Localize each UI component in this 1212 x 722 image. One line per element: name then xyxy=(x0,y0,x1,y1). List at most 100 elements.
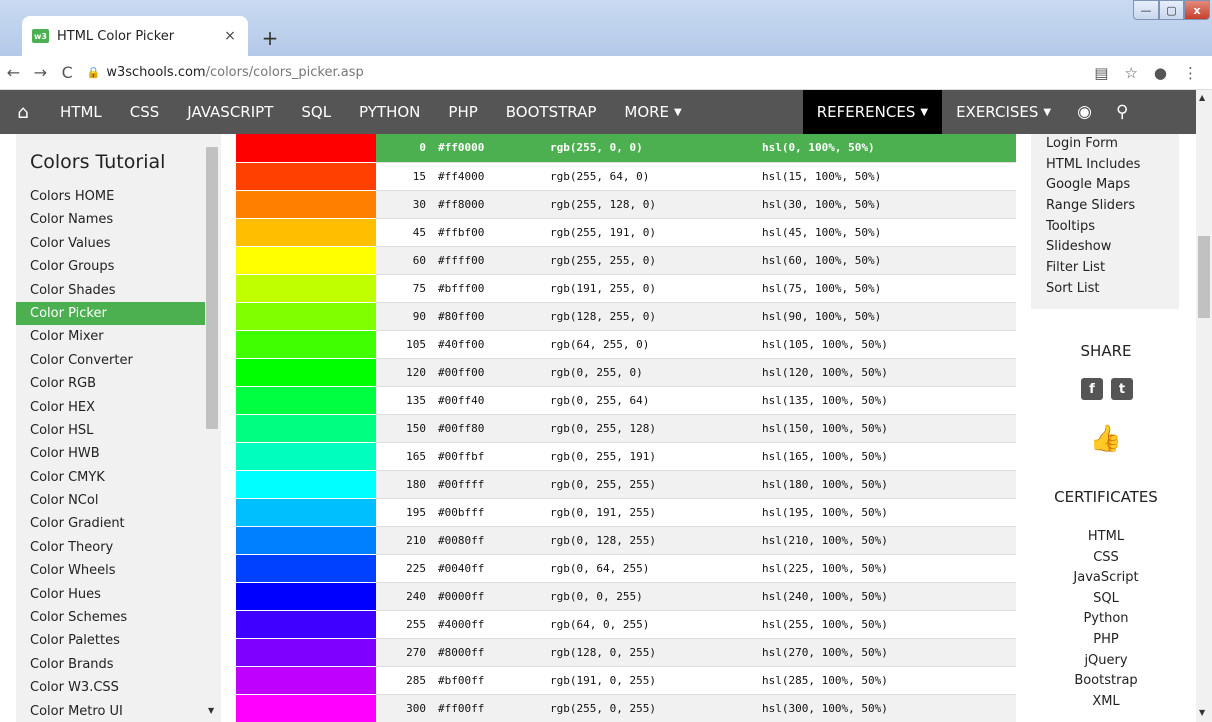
color-row[interactable]: 240 #0000ff rgb(0, 0, 255) hsl(240, 100%, 5… xyxy=(236,582,1016,611)
globe-icon[interactable]: ◉ xyxy=(1065,90,1104,134)
color-swatch[interactable] xyxy=(236,638,376,667)
color-row[interactable]: 210 #0080ff rgb(0, 128, 255) hsl(210, 100%,… xyxy=(236,526,1016,555)
color-swatch[interactable] xyxy=(236,666,376,695)
certificate-link-css[interactable]: CSS xyxy=(1016,548,1196,569)
bookmark-star-icon[interactable]: ☆ xyxy=(1124,64,1137,82)
new-tab-button[interactable]: + xyxy=(256,24,284,52)
color-swatch[interactable] xyxy=(236,498,376,527)
facebook-icon[interactable]: f xyxy=(1081,378,1103,400)
certificate-link-jquery[interactable]: jQuery xyxy=(1016,651,1196,672)
color-row[interactable]: 120 #00ff00 rgb(0, 255, 0) hsl(120, 100%, 5… xyxy=(236,358,1016,387)
more-link-google-maps[interactable]: Google Maps xyxy=(1046,175,1179,196)
color-swatch[interactable] xyxy=(236,358,376,387)
nav-python[interactable]: PYTHON xyxy=(345,90,434,134)
sidebar-link-colors-home[interactable]: Colors HOME xyxy=(16,185,206,208)
maximize-window-button[interactable]: ▢ xyxy=(1159,0,1184,20)
sidebar-link-color-metro-ui[interactable]: Color Metro UI xyxy=(16,700,206,722)
color-row[interactable]: 135 #00ff40 rgb(0, 255, 64) hsl(135, 100%, … xyxy=(236,386,1016,415)
nav-bootstrap[interactable]: BOOTSTRAP xyxy=(492,90,611,134)
color-row[interactable]: 0 #ff0000 rgb(255, 0, 0) hsl(0, 100%, 50%) xyxy=(236,134,1016,163)
sidebar-link-color-rgb[interactable]: Color RGB xyxy=(16,372,206,395)
sidebar-link-color-schemes[interactable]: Color Schemes xyxy=(16,606,206,629)
browser-tab[interactable]: w3 HTML Color Picker × xyxy=(22,16,248,56)
sidebar-link-color-picker[interactable]: Color Picker xyxy=(16,301,206,326)
sidebar-link-color-hwb[interactable]: Color HWB xyxy=(16,442,206,465)
page-scrollbar-thumb[interactable] xyxy=(1198,236,1210,318)
color-swatch[interactable] xyxy=(236,582,376,611)
color-swatch[interactable] xyxy=(236,330,376,359)
sidebar-scroll-down-icon[interactable]: ▼ xyxy=(208,706,214,715)
color-row[interactable]: 150 #00ff80 rgb(0, 255, 128) hsl(150, 100%,… xyxy=(236,414,1016,443)
color-swatch[interactable] xyxy=(236,554,376,583)
more-link-login-form[interactable]: Login Form xyxy=(1046,134,1179,155)
more-link-range-sliders[interactable]: Range Sliders xyxy=(1046,196,1179,217)
sidebar-link-color-values[interactable]: Color Values xyxy=(16,232,206,255)
sidebar-link-color-hues[interactable]: Color Hues xyxy=(16,583,206,606)
color-swatch[interactable] xyxy=(236,470,376,499)
color-swatch[interactable] xyxy=(236,414,376,443)
page-scrollbar[interactable] xyxy=(1196,90,1212,722)
sidebar-link-color-cmyk[interactable]: Color CMYK xyxy=(16,466,206,489)
color-swatch[interactable] xyxy=(236,274,376,303)
color-row[interactable]: 270 #8000ff rgb(128, 0, 255) hsl(270, 100%,… xyxy=(236,638,1016,667)
certificate-link-bootstrap[interactable]: Bootstrap xyxy=(1016,671,1196,692)
color-row[interactable]: 165 #00ffbf rgb(0, 255, 191) hsl(165, 100%,… xyxy=(236,442,1016,471)
sidebar-link-color-ncol[interactable]: Color NCol xyxy=(16,489,206,512)
page-scroll-down-icon[interactable]: ▼ xyxy=(1199,708,1205,717)
color-row[interactable]: 285 #bf00ff rgb(191, 0, 255) hsl(285, 100%,… xyxy=(236,666,1016,695)
close-tab-icon[interactable]: × xyxy=(222,28,238,44)
color-row[interactable]: 255 #4000ff rgb(64, 0, 255) hsl(255, 100%, … xyxy=(236,610,1016,639)
certificate-link-python[interactable]: Python xyxy=(1016,609,1196,630)
color-swatch[interactable] xyxy=(236,694,376,722)
nav-html[interactable]: HTML xyxy=(46,90,116,134)
sidebar-link-color-shades[interactable]: Color Shades xyxy=(16,279,206,302)
color-row[interactable]: 45 #ffbf00 rgb(255, 191, 0) hsl(45, 100%, 5… xyxy=(236,218,1016,247)
color-row[interactable]: 60 #ffff00 rgb(255, 255, 0) hsl(60, 100%, 5… xyxy=(236,246,1016,275)
more-link-sort-list[interactable]: Sort List xyxy=(1046,279,1179,300)
sidebar-link-color-names[interactable]: Color Names xyxy=(16,208,206,231)
browser-menu-icon[interactable]: ⋮ xyxy=(1183,64,1198,82)
sidebar-link-color-w3-css[interactable]: Color W3.CSS xyxy=(16,676,206,699)
nav-references[interactable]: REFERENCES ▼ xyxy=(802,90,943,134)
forward-arrow-icon[interactable]: → xyxy=(27,63,54,82)
color-row[interactable]: 300 #ff00ff rgb(255, 0, 255) hsl(300, 100%,… xyxy=(236,694,1016,722)
more-link-filter-list[interactable]: Filter List xyxy=(1046,258,1179,279)
page-scroll-up-icon[interactable]: ▲ xyxy=(1199,93,1205,102)
sidebar-link-color-theory[interactable]: Color Theory xyxy=(16,536,206,559)
certificate-link-sql[interactable]: SQL xyxy=(1016,589,1196,610)
account-icon[interactable]: ● xyxy=(1154,64,1167,82)
sidebar-link-color-palettes[interactable]: Color Palettes xyxy=(16,629,206,652)
sidebar-link-color-mixer[interactable]: Color Mixer xyxy=(16,325,206,348)
sidebar-scrollbar-thumb[interactable] xyxy=(206,147,218,429)
sidebar-link-color-hsl[interactable]: Color HSL xyxy=(16,419,206,442)
sidebar-link-color-hex[interactable]: Color HEX xyxy=(16,396,206,419)
sidebar-link-color-gradient[interactable]: Color Gradient xyxy=(16,512,206,535)
color-row[interactable]: 75 #bfff00 rgb(191, 255, 0) hsl(75, 100%, 5… xyxy=(236,274,1016,303)
nav-sql[interactable]: SQL xyxy=(287,90,345,134)
color-row[interactable]: 225 #0040ff rgb(0, 64, 255) hsl(225, 100%, … xyxy=(236,554,1016,583)
more-link-slideshow[interactable]: Slideshow xyxy=(1046,237,1179,258)
nav-exercises[interactable]: EXERCISES ▼ xyxy=(942,90,1065,134)
close-window-button[interactable]: x xyxy=(1184,0,1210,20)
sidebar-link-color-groups[interactable]: Color Groups xyxy=(16,255,206,278)
translate-icon[interactable]: ▤ xyxy=(1094,64,1108,82)
nav-php[interactable]: PHP xyxy=(434,90,491,134)
color-swatch[interactable] xyxy=(236,134,376,163)
color-swatch[interactable] xyxy=(236,302,376,331)
certificate-link-html[interactable]: HTML xyxy=(1016,527,1196,548)
color-row[interactable]: 195 #00bfff rgb(0, 191, 255) hsl(195, 100%,… xyxy=(236,498,1016,527)
sidebar-link-color-wheels[interactable]: Color Wheels xyxy=(16,559,206,582)
certificate-link-xml[interactable]: XML xyxy=(1016,692,1196,713)
color-row[interactable]: 105 #40ff00 rgb(64, 255, 0) hsl(105, 100%, … xyxy=(236,330,1016,359)
color-swatch[interactable] xyxy=(236,162,376,191)
nav-css[interactable]: CSS xyxy=(116,90,174,134)
more-link-html-includes[interactable]: HTML Includes xyxy=(1046,155,1179,176)
sidebar-link-color-converter[interactable]: Color Converter xyxy=(16,349,206,372)
more-link-tooltips[interactable]: Tooltips xyxy=(1046,217,1179,238)
certificate-link-javascript[interactable]: JavaScript xyxy=(1016,568,1196,589)
color-swatch[interactable] xyxy=(236,526,376,555)
color-swatch[interactable] xyxy=(236,190,376,219)
home-icon[interactable]: ⌂ xyxy=(0,90,46,134)
search-icon[interactable]: ⚲ xyxy=(1104,90,1140,134)
color-swatch[interactable] xyxy=(236,386,376,415)
